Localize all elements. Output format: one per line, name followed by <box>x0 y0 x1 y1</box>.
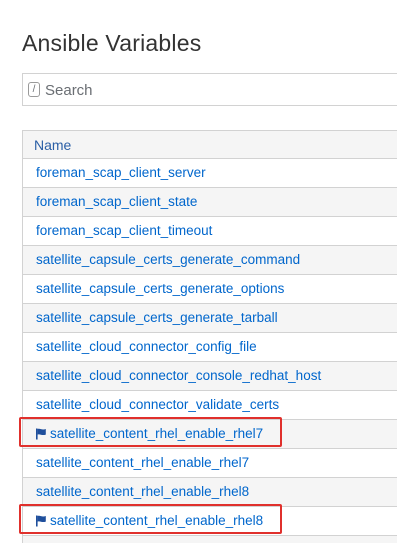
flag-icon <box>36 428 46 440</box>
table-row[interactable]: satellite_content_rhel_enable_rhel8 <box>23 507 397 536</box>
slash-key-icon: / <box>28 82 40 97</box>
table-row[interactable]: satellite_content_rhel_enable_rhel8 <box>23 478 397 507</box>
variables-table: Name foreman_scap_client_server foreman_s… <box>22 130 397 543</box>
variable-name-link[interactable]: satellite_content_rhel_enable_rhel8 <box>36 484 249 499</box>
ansible-variables-page: Ansible Variables / Search Name foreman_… <box>0 0 397 543</box>
table-row[interactable]: satellite_capsule_certs_generate_command <box>23 246 397 275</box>
search-input[interactable]: / Search <box>22 73 397 106</box>
table-row[interactable]: foreman_scap_client_server <box>23 159 397 188</box>
variable-name-link[interactable]: satellite_capsule_certs_generate_options <box>36 281 284 296</box>
variable-name-link[interactable]: satellite_content_rhel_enable_rhel7 <box>50 426 263 441</box>
variable-name-link[interactable]: satellite_cloud_connector_console_redhat… <box>36 368 321 383</box>
variable-name-link[interactable]: foreman_scap_client_server <box>36 165 206 180</box>
table-row[interactable]: foreman_scap_client_timeout <box>23 217 397 246</box>
table-row[interactable]: satellite_capsule_certs_generate_options <box>23 275 397 304</box>
variable-name-link[interactable]: satellite_content_rhel_enable_rhel8 <box>50 513 263 528</box>
variable-name-link[interactable]: satellite_cloud_connector_validate_certs <box>36 397 279 412</box>
table-header: Name <box>23 131 397 159</box>
variable-name-link[interactable]: satellite_capsule_certs_generate_tarball <box>36 310 278 325</box>
table-body: foreman_scap_client_server foreman_scap_c… <box>23 159 397 543</box>
table-row[interactable]: satellite_cloud_connector_config_file <box>23 333 397 362</box>
search-placeholder: Search <box>45 82 93 99</box>
table-row[interactable]: satellite_content_rhel_enable_rhel9_rel <box>23 536 397 543</box>
page-title: Ansible Variables <box>22 30 202 56</box>
table-row[interactable]: satellite_cloud_connector_validate_certs <box>23 391 397 420</box>
variable-name-link[interactable]: satellite_cloud_connector_config_file <box>36 339 257 354</box>
column-header-name[interactable]: Name <box>34 137 71 153</box>
variable-name-link[interactable]: satellite_capsule_certs_generate_command <box>36 252 300 267</box>
table-row[interactable]: satellite_cloud_connector_console_redhat… <box>23 362 397 391</box>
table-row[interactable]: satellite_content_rhel_enable_rhel7 <box>23 420 397 449</box>
table-row[interactable]: foreman_scap_client_state <box>23 188 397 217</box>
variable-name-link[interactable]: foreman_scap_client_timeout <box>36 223 212 238</box>
table-row[interactable]: satellite_content_rhel_enable_rhel7 <box>23 449 397 478</box>
table-row[interactable]: satellite_capsule_certs_generate_tarball <box>23 304 397 333</box>
flag-icon <box>36 515 46 527</box>
variable-name-link[interactable]: foreman_scap_client_state <box>36 194 197 209</box>
variable-name-link[interactable]: satellite_content_rhel_enable_rhel7 <box>36 455 249 470</box>
